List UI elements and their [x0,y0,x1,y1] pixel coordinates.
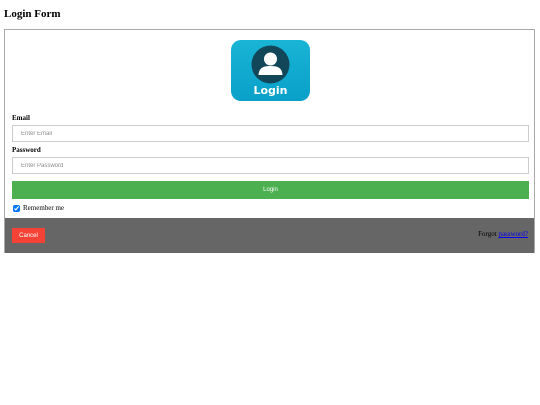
forgot-password-text: Forgot password? [478,230,528,239]
remember-me-row[interactable]: Remember me [13,202,64,214]
remember-me-label: Remember me [23,204,65,212]
login-form: Login Email Password Login Remember me C… [4,29,535,253]
page-title: Login Form [4,8,61,20]
avatar-image: Login [231,40,310,101]
password-input[interactable] [12,157,529,174]
remember-me-checkbox[interactable] [13,204,20,212]
cancel-button[interactable]: Cancel [12,228,45,243]
password-label: Password [12,146,41,154]
form-footer: Cancel Forgot password? [5,218,534,253]
avatar-caption: Login [253,84,288,97]
forgot-prefix: Forgot [478,230,497,238]
forgot-password-link[interactable]: password? [498,230,528,238]
email-label: Email [12,114,30,122]
email-input[interactable] [12,125,529,142]
login-button[interactable]: Login [12,181,529,199]
user-icon [251,45,290,84]
avatar-tile: Login [231,40,310,101]
